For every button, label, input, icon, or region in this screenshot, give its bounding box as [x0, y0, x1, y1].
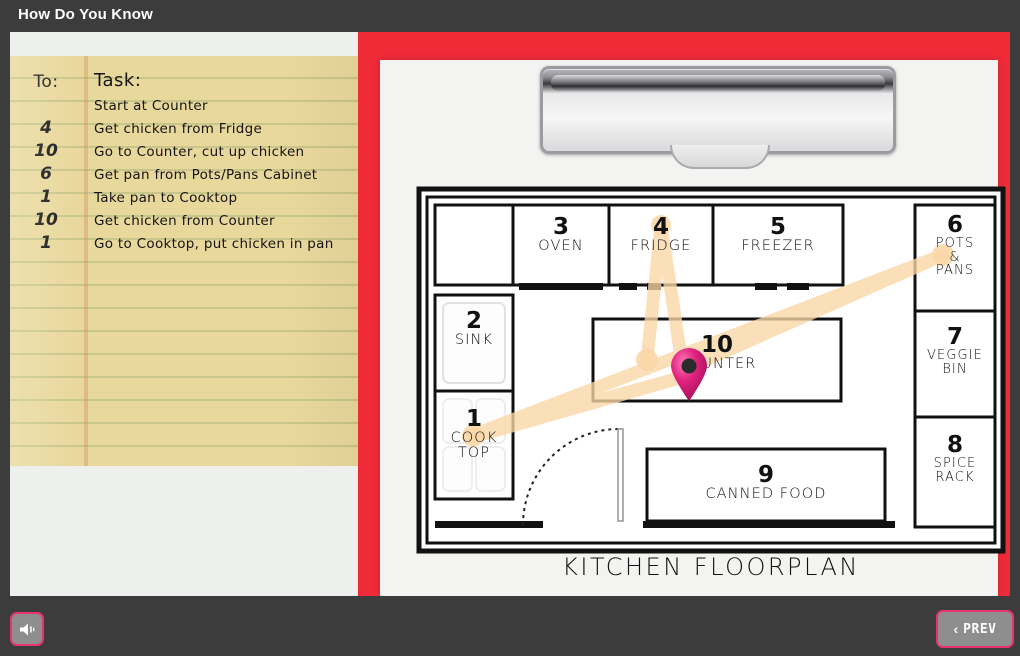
- notepad-paper: To:Task:Start at Counter4Get chicken fro…: [10, 56, 358, 466]
- clipboard-clip: [540, 66, 896, 169]
- title-bar: How Do You Know: [0, 0, 1020, 32]
- chevron-left-icon: ‹: [953, 621, 959, 637]
- speaker-icon: [19, 623, 34, 635]
- floorplan-svg: [416, 186, 1006, 554]
- sound-toggle-button[interactable]: [10, 612, 44, 646]
- clipboard-paper: 3 OVEN 4 FRIDGE 5 FREEZER 6 POTS & PANS …: [380, 60, 1006, 596]
- notepad-sheen: [10, 56, 358, 466]
- application-window: How Do You Know To:Task:Start at Counter…: [0, 0, 1020, 656]
- prev-button-label: PREV: [963, 621, 997, 637]
- notepad-panel: To:Task:Start at Counter4Get chicken fro…: [10, 32, 358, 596]
- clipboard-panel: 3 OVEN 4 FRIDGE 5 FREEZER 6 POTS & PANS …: [358, 32, 1010, 596]
- floorplan-title: KITCHEN FLOORPLAN: [562, 553, 860, 581]
- clipboard-clip-bar: [551, 75, 885, 91]
- page-title: How Do You Know: [18, 6, 153, 23]
- content-stage: To:Task:Start at Counter4Get chicken fro…: [10, 32, 1010, 596]
- prev-button[interactable]: ‹ PREV: [936, 610, 1014, 648]
- kitchen-floorplan: 3 OVEN 4 FRIDGE 5 FREEZER 6 POTS & PANS …: [415, 185, 1007, 587]
- clipboard-clip-tab: [670, 145, 770, 169]
- bottom-toolbar: [0, 596, 1020, 656]
- current-location-pin[interactable]: [668, 348, 710, 402]
